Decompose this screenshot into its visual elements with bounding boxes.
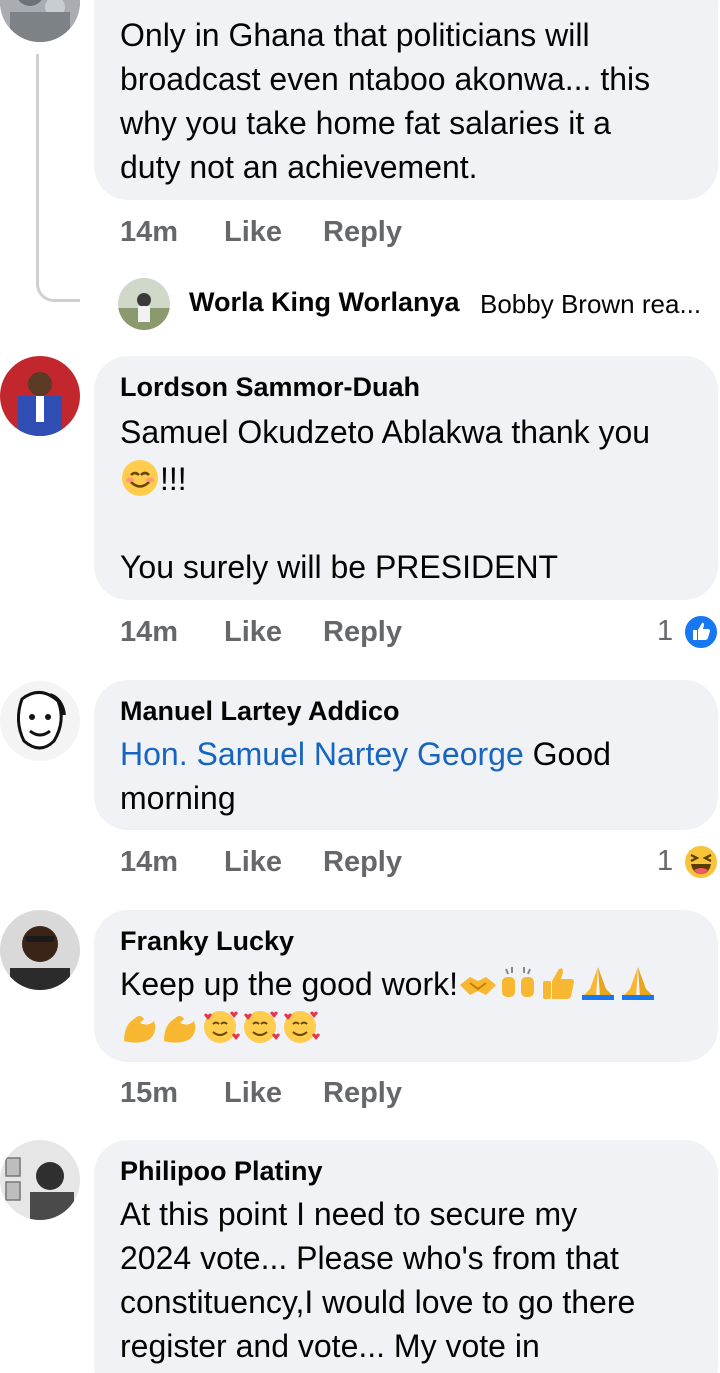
comment-line (120, 1006, 658, 1050)
comment-line: morning (120, 780, 236, 816)
reaction-count[interactable]: 1 (657, 845, 673, 878)
flexed-biceps-icon (164, 1016, 196, 1043)
comment-line: Hon. Samuel Nartey George Good (120, 732, 611, 776)
reply-button[interactable]: Reply (323, 846, 402, 879)
reply-button[interactable]: Reply (323, 616, 402, 649)
comment-author[interactable]: Philipoo Platiny (120, 1156, 323, 1187)
reply-author[interactable]: Worla King Worlanya (189, 287, 460, 318)
comment-actions: 14m Like Reply (0, 616, 720, 652)
flexed-biceps-icon (124, 1016, 156, 1043)
comment-line: Only in Ghana that politicians will (120, 17, 590, 53)
like-button[interactable]: Like (224, 616, 282, 649)
comment-author[interactable]: Manuel Lartey Addico (120, 696, 400, 727)
comment-line: duty not an achievement. (120, 149, 478, 185)
comment-actions: 14m Like Reply (0, 846, 720, 882)
folded-hands-icon (622, 967, 655, 1000)
like-button[interactable]: Like (224, 846, 282, 879)
comment-line: broadcast even ntaboo akonwa... this (120, 61, 651, 97)
smiling-face-with-hearts-icon (204, 1011, 240, 1043)
haha-icon[interactable] (683, 844, 719, 880)
raising-hands-icon (502, 967, 535, 997)
comment-actions: 14m Like Reply (0, 216, 720, 252)
comment-line: 2024 vote... Please who's from that (120, 1240, 619, 1276)
comment-text: At this point I need to secure my 2024 v… (120, 1192, 635, 1368)
reply-snippet[interactable]: Bobby Brown rea... (480, 289, 701, 320)
comment-line-text: Keep up the good work! (120, 966, 459, 1002)
avatar[interactable] (0, 1140, 80, 1220)
like-icon[interactable] (683, 614, 719, 650)
avatar[interactable] (0, 681, 80, 761)
reply-button[interactable]: Reply (323, 1077, 402, 1110)
comment-text: Keep up the good work! (120, 962, 658, 1050)
avatar[interactable] (0, 910, 80, 990)
comment-line-text: Good (523, 736, 611, 772)
reply-avatar[interactable] (118, 278, 170, 330)
comment-line: At this point I need to secure my (120, 1196, 578, 1232)
comment-line: Keep up the good work! (120, 962, 658, 1006)
timestamp[interactable]: 14m (120, 216, 178, 249)
comment-text: Only in Ghana that politicians will broa… (120, 13, 650, 189)
handshake-icon (460, 977, 497, 995)
like-button[interactable]: Like (224, 216, 282, 249)
avatar[interactable] (0, 356, 80, 436)
comment-line: why you take home fat salaries it a (120, 105, 611, 141)
comment-text: Samuel Okudzeto Ablakwa thank you !!! Yo… (120, 410, 650, 589)
comment-line: register and vote... My vote in (120, 1328, 540, 1364)
like-button[interactable]: Like (224, 1077, 282, 1110)
comment-line: You surely will be PRESIDENT (120, 549, 559, 585)
comment-author[interactable]: Lordson Sammor-Duah (120, 372, 420, 403)
timestamp[interactable]: 14m (120, 846, 178, 879)
folded-hands-icon (582, 967, 615, 1000)
thread-connector (36, 54, 80, 302)
smiling-face-icon (122, 460, 158, 496)
comment-text: Hon. Samuel Nartey George Good morning (120, 732, 611, 820)
comment-line: constituency,I would love to go there (120, 1284, 636, 1320)
avatar[interactable] (0, 0, 80, 42)
reply-button[interactable]: Reply (323, 216, 402, 249)
thumbs-up-icon (543, 968, 575, 999)
comment-line: !!! (120, 457, 650, 501)
comment-line-text: !!! (160, 461, 187, 497)
reaction-count[interactable]: 1 (657, 615, 673, 648)
timestamp[interactable]: 15m (120, 1077, 178, 1110)
comment-author[interactable]: Franky Lucky (120, 926, 294, 957)
smiling-face-with-hearts-icon (284, 1011, 320, 1043)
mention-link[interactable]: Hon. Samuel Nartey George (120, 736, 524, 772)
comment-actions: 15m Like Reply (0, 1077, 720, 1113)
smiling-face-with-hearts-icon (244, 1011, 280, 1043)
comment-line: Samuel Okudzeto Ablakwa thank you (120, 414, 651, 450)
timestamp[interactable]: 14m (120, 616, 178, 649)
